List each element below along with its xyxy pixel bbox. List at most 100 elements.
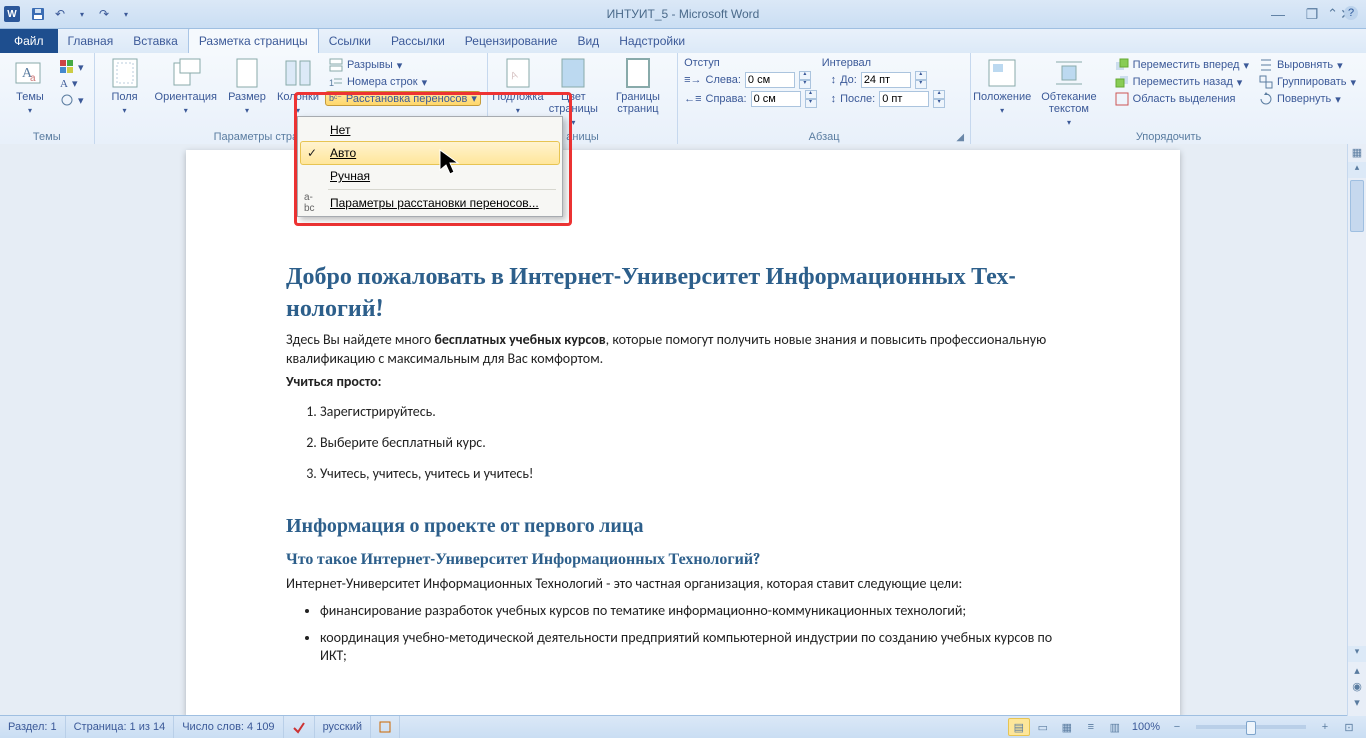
ruler-toggle-icon[interactable]: ▦ xyxy=(1350,146,1364,160)
doc-steps-list: Зарегистрируйтесь. Выберите бесплатный к… xyxy=(320,403,1080,484)
hyph-options[interactable]: a-bcПараметры расстановки переносов... xyxy=(300,192,560,214)
svg-text:1: 1 xyxy=(329,78,334,88)
scroll-thumb[interactable] xyxy=(1350,180,1364,232)
status-language[interactable]: русский xyxy=(315,716,371,738)
margins-button[interactable]: Поля▾ xyxy=(101,55,149,119)
status-page[interactable]: Страница: 1 из 14 xyxy=(66,716,175,738)
zoom-level[interactable]: 100% xyxy=(1132,721,1160,733)
undo-dropdown-icon[interactable]: ▾ xyxy=(72,4,92,24)
view-web-layout-icon[interactable]: ▦ xyxy=(1056,718,1078,736)
status-bar: Раздел: 1 Страница: 1 из 14 Число слов: … xyxy=(0,715,1366,738)
zoom-out-button[interactable]: − xyxy=(1166,718,1188,736)
tab-home[interactable]: Главная xyxy=(58,29,124,53)
space-after-up[interactable]: ▴ xyxy=(933,90,945,99)
scroll-down-arrow[interactable]: ▾ xyxy=(1348,646,1366,662)
selection-pane-button[interactable]: Область выделения xyxy=(1111,91,1253,107)
status-word-count[interactable]: Число слов: 4 109 xyxy=(174,716,283,738)
help-icon[interactable]: ? xyxy=(1344,6,1358,20)
group-arrange: Положение▾ Обтекание текстом▾ Переместит… xyxy=(971,53,1366,145)
redo-icon[interactable]: ↷ xyxy=(94,4,114,24)
prev-page-icon[interactable]: ▴ xyxy=(1350,664,1364,678)
browse-object-icon[interactable]: ◉ xyxy=(1350,680,1364,694)
vertical-scrollbar[interactable]: ▦ ▴ ▾ ▴ ◉ ▾ xyxy=(1347,144,1366,716)
space-before-input[interactable] xyxy=(861,72,911,88)
tab-insert[interactable]: Вставка xyxy=(123,29,188,53)
space-before-up[interactable]: ▴ xyxy=(915,71,927,80)
tab-mailings[interactable]: Рассылки xyxy=(381,29,455,53)
paragraph-dialog-launcher[interactable]: ◢ xyxy=(956,132,964,143)
doc-paragraph-intro: Здесь Вы найдете много бесплатных учебны… xyxy=(286,331,1080,369)
columns-icon xyxy=(282,57,314,89)
scroll-up-arrow[interactable]: ▴ xyxy=(1348,162,1366,178)
align-button[interactable]: Выровнять ▾ xyxy=(1255,57,1360,73)
title-bar: W ↶ ▾ ↷ ▾ ИНТУИТ_5 - Microsoft Word — ❐ … xyxy=(0,0,1366,29)
indent-right-down[interactable]: ▾ xyxy=(805,99,817,108)
theme-effects-button[interactable]: ▾ xyxy=(56,92,88,108)
zoom-slider[interactable] xyxy=(1196,725,1306,729)
indent-right-up[interactable]: ▴ xyxy=(805,90,817,99)
indent-left-down[interactable]: ▾ xyxy=(799,80,811,89)
status-macro[interactable] xyxy=(371,716,400,738)
zoom-slider-knob[interactable] xyxy=(1246,721,1256,735)
position-button[interactable]: Положение▾ xyxy=(977,55,1027,119)
qat-customize-icon[interactable]: ▾ xyxy=(116,4,136,24)
hyph-manual[interactable]: Ручная xyxy=(300,165,560,187)
indent-left-input[interactable] xyxy=(745,72,795,88)
rotate-button[interactable]: Повернуть ▾ xyxy=(1255,91,1360,107)
wrap-text-button[interactable]: Обтекание текстом▾ xyxy=(1029,55,1108,131)
undo-icon[interactable]: ↶ xyxy=(50,4,70,24)
theme-colors-button[interactable]: ▾ xyxy=(56,59,88,75)
space-after-down[interactable]: ▾ xyxy=(933,99,945,108)
status-section[interactable]: Раздел: 1 xyxy=(0,716,66,738)
group-themes: Aa Темы▾ ▾ A▾ ▾ Темы xyxy=(0,53,95,145)
ribbon-minimize-icon[interactable]: ⌃ xyxy=(1327,6,1338,22)
group-button[interactable]: Группировать ▾ xyxy=(1255,74,1360,90)
breaks-button[interactable]: Разрывы ▾ xyxy=(325,57,481,73)
tab-addins[interactable]: Надстройки xyxy=(609,29,695,53)
view-full-screen-icon[interactable]: ▭ xyxy=(1032,718,1054,736)
themes-button[interactable]: Aa Темы▾ xyxy=(6,55,54,119)
tab-review[interactable]: Рецензирование xyxy=(455,29,568,53)
tab-file[interactable]: Файл xyxy=(0,29,58,53)
send-backward-button[interactable]: Переместить назад ▾ xyxy=(1111,74,1253,90)
hyphenation-icon: bᶜ⁻ xyxy=(329,93,342,104)
list-item: координация учебно-методической деятельн… xyxy=(320,629,1080,667)
view-outline-icon[interactable]: ≡ xyxy=(1080,718,1102,736)
hyphenation-button[interactable]: bᶜ⁻Расстановка переносов ▾ xyxy=(325,91,481,106)
view-draft-icon[interactable]: ▥ xyxy=(1104,718,1126,736)
bring-forward-button[interactable]: Переместить вперед ▾ xyxy=(1111,57,1253,73)
hyph-auto[interactable]: ✓Авто xyxy=(300,141,560,165)
line-numbers-button[interactable]: 1Номера строк ▾ xyxy=(325,74,481,90)
orientation-button[interactable]: Ориентация▾ xyxy=(151,55,221,119)
theme-fonts-button[interactable]: A▾ xyxy=(56,76,88,91)
columns-button[interactable]: Колонки▾ xyxy=(273,55,323,119)
size-icon xyxy=(231,57,263,89)
doc-bullet-list: финансирование разработок учебных курсов… xyxy=(320,602,1080,667)
watermark-button[interactable]: AПодложка▾ xyxy=(494,55,542,119)
page-borders-button[interactable]: Границы страниц xyxy=(605,55,671,117)
hyph-none[interactable]: Нет xyxy=(300,119,560,141)
tab-references[interactable]: Ссылки xyxy=(319,29,381,53)
spacing-header: Интервал xyxy=(822,57,871,69)
tab-view[interactable]: Вид xyxy=(567,29,609,53)
svg-text:a: a xyxy=(30,73,36,84)
indent-left-up[interactable]: ▴ xyxy=(799,71,811,80)
space-after-input[interactable] xyxy=(879,91,929,107)
doc-heading-1: Добро пожаловать в Интернет-Университет … xyxy=(286,260,1080,325)
minimize-button[interactable]: — xyxy=(1266,5,1290,23)
indent-right-input[interactable] xyxy=(751,91,801,107)
zoom-dialog-button[interactable]: ⊡ xyxy=(1338,718,1360,736)
word-app-icon: W xyxy=(4,6,20,22)
restore-button[interactable]: ❐ xyxy=(1300,5,1324,23)
next-page-icon[interactable]: ▾ xyxy=(1350,696,1364,710)
wrap-icon xyxy=(1053,57,1085,89)
tab-page-layout[interactable]: Разметка страницы xyxy=(188,28,319,53)
status-proofing[interactable] xyxy=(284,716,315,738)
view-print-layout-icon[interactable]: ▤ xyxy=(1008,718,1030,736)
size-button[interactable]: Размер▾ xyxy=(223,55,271,119)
document-area[interactable]: Добро пожаловать в Интернет-Университет … xyxy=(0,144,1366,716)
zoom-in-button[interactable]: + xyxy=(1314,718,1336,736)
space-before-down[interactable]: ▾ xyxy=(915,80,927,89)
check-icon: ✓ xyxy=(307,146,317,160)
save-icon[interactable] xyxy=(28,4,48,24)
